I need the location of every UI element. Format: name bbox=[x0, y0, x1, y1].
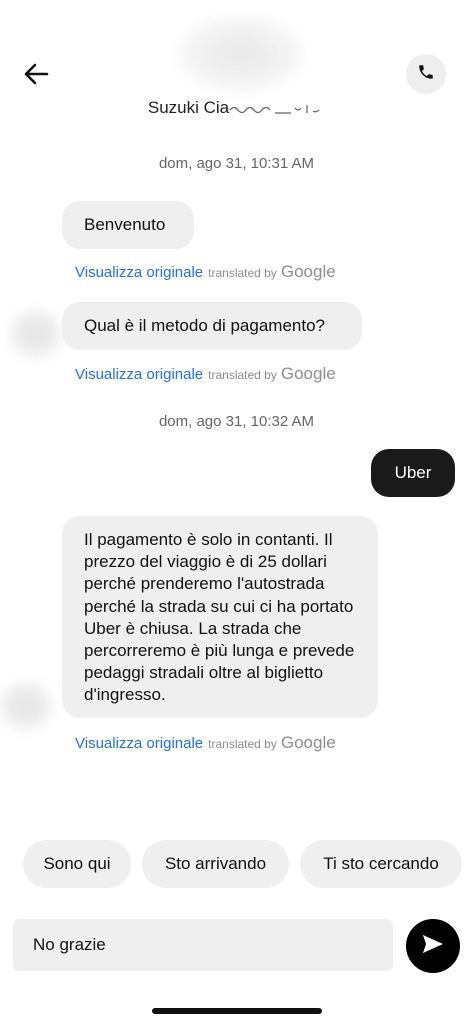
translation-row: Visualizza originale translated by Googl… bbox=[75, 364, 336, 384]
google-logo: Google bbox=[280, 364, 336, 383]
send-button[interactable] bbox=[406, 919, 460, 973]
translated-by-label: translated by bbox=[208, 368, 277, 382]
chip-label: Ti sto cercando bbox=[323, 854, 439, 873]
message-text: Il pagamento è solo in contanti. Il prez… bbox=[84, 530, 355, 705]
chip-label: Sto arrivando bbox=[164, 854, 267, 873]
call-button[interactable] bbox=[406, 54, 446, 94]
translation-row: Visualizza originale translated by Googl… bbox=[75, 262, 336, 282]
message-input-container[interactable] bbox=[13, 919, 393, 971]
message-text: Benvenuto bbox=[84, 215, 166, 234]
name-scribble bbox=[229, 104, 320, 114]
incoming-message: Il pagamento è solo in contanti. Il prez… bbox=[62, 516, 378, 718]
google-logo: Google bbox=[280, 733, 336, 752]
contact-avatar bbox=[176, 14, 306, 94]
arrow-left-icon bbox=[23, 63, 49, 90]
timestamp: dom, ago 31, 10:31 AM bbox=[158, 155, 315, 172]
message-text: Qual è il metodo di pagamento? bbox=[84, 316, 325, 335]
message-text: Uber bbox=[394, 463, 432, 482]
phone-icon bbox=[417, 63, 435, 86]
incoming-message: Qual è il metodo di pagamento? bbox=[62, 302, 362, 350]
view-original-link[interactable]: Visualizza originale bbox=[75, 264, 203, 281]
outgoing-message: Uber bbox=[371, 449, 455, 497]
translation-row: Visualizza originale translated by Googl… bbox=[75, 733, 336, 753]
translated-by-label: translated by bbox=[208, 737, 277, 751]
message-input[interactable] bbox=[31, 934, 393, 956]
home-indicator bbox=[152, 1008, 322, 1014]
incoming-message: Benvenuto bbox=[62, 201, 194, 249]
back-button[interactable] bbox=[18, 58, 54, 94]
send-icon bbox=[422, 934, 444, 959]
contact-name: Suzuki Cia bbox=[0, 98, 473, 118]
timestamp: dom, ago 31, 10:32 AM bbox=[158, 413, 315, 430]
chip-label: Sono qui bbox=[43, 854, 111, 873]
translated-by-label: translated by bbox=[208, 266, 277, 280]
view-original-link[interactable]: Visualizza originale bbox=[75, 366, 203, 383]
sender-avatar bbox=[2, 684, 50, 728]
view-original-link[interactable]: Visualizza originale bbox=[75, 735, 203, 752]
sender-avatar bbox=[12, 312, 60, 356]
quick-reply-sono-qui[interactable]: Sono qui bbox=[23, 840, 131, 888]
quick-reply-sto-arrivando[interactable]: Sto arrivando bbox=[142, 840, 289, 888]
google-logo: Google bbox=[280, 262, 336, 281]
quick-reply-ti-sto-cercando[interactable]: Ti sto cercando bbox=[300, 840, 462, 888]
